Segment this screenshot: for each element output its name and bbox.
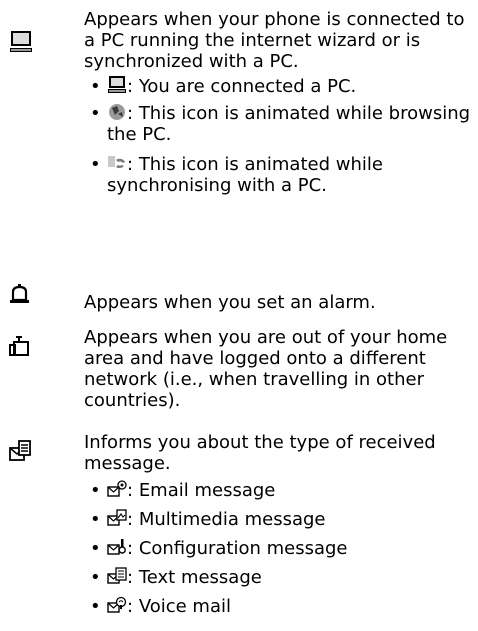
list-item: • : This icon is animated while synchron… — [90, 154, 474, 196]
roaming-entry: Appears when you are out of your home ar… — [84, 327, 474, 411]
pc-sync-icon — [107, 154, 127, 172]
pc-connection-entry: Appears when your phone is connected to … — [84, 9, 474, 196]
separator: : — [127, 76, 134, 97]
bullet: • — [90, 567, 101, 588]
pc-connection-icon — [8, 30, 40, 59]
separator: : — [127, 567, 134, 588]
list-item-text: Configuration message — [138, 538, 348, 559]
list-item: • : Multimedia message — [90, 509, 474, 530]
list-item: • : This icon is animated while browsing… — [90, 103, 474, 145]
configuration-message-icon — [107, 538, 127, 556]
list-item: • : Email message — [90, 480, 474, 501]
bullet: • — [90, 480, 101, 501]
list-item-text: Text message — [138, 567, 262, 588]
separator: : — [127, 509, 134, 530]
separator: : — [127, 596, 134, 617]
list-item-text: Email message — [138, 480, 276, 501]
message-type-icon — [8, 440, 40, 469]
bullet: • — [90, 76, 101, 97]
separator: : — [127, 103, 134, 124]
alarm-bell-icon — [8, 283, 40, 312]
bullet: • — [90, 103, 101, 124]
bullet: • — [90, 154, 101, 175]
email-message-icon — [107, 480, 127, 498]
list-item-text: Voice mail — [138, 596, 232, 617]
text-message-icon — [107, 567, 127, 585]
voice-mail-icon — [107, 596, 127, 614]
list-item: • : You are connected a PC. — [90, 76, 474, 97]
list-item-text: You are connected a PC. — [138, 76, 357, 97]
bullet: • — [90, 596, 101, 617]
list-item-text: This icon is animated while synchronisin… — [107, 154, 383, 196]
roaming-icon — [8, 335, 40, 364]
list-item: • : Voice mail — [90, 596, 474, 617]
pc-connection-list: • : You are connected a PC. • : This ico… — [90, 76, 474, 196]
entry-description: Informs you about the type of received m… — [84, 432, 436, 474]
pc-browsing-icon — [107, 103, 127, 121]
pc-connected-icon — [107, 76, 127, 94]
alarm-entry: Appears when you set an alarm. — [84, 292, 474, 313]
list-item: • : Configuration message — [90, 538, 474, 559]
message-type-list: • : Email message • : Multimedia message… — [90, 480, 474, 617]
entry-description: Appears when your phone is connected to … — [84, 9, 465, 72]
entry-description: Appears when you are out of your home ar… — [84, 327, 448, 411]
bullet: • — [90, 509, 101, 530]
separator: : — [127, 480, 134, 501]
separator: : — [127, 154, 134, 175]
bullet: • — [90, 538, 101, 559]
list-item-text: Multimedia message — [138, 509, 326, 530]
message-type-entry: Informs you about the type of received m… — [84, 432, 474, 617]
list-item: • : Text message — [90, 567, 474, 588]
separator: : — [127, 538, 134, 559]
entry-description: Appears when you set an alarm. — [84, 292, 376, 313]
multimedia-message-icon — [107, 509, 127, 527]
list-item-text: This icon is animated while browsing the… — [107, 103, 471, 145]
